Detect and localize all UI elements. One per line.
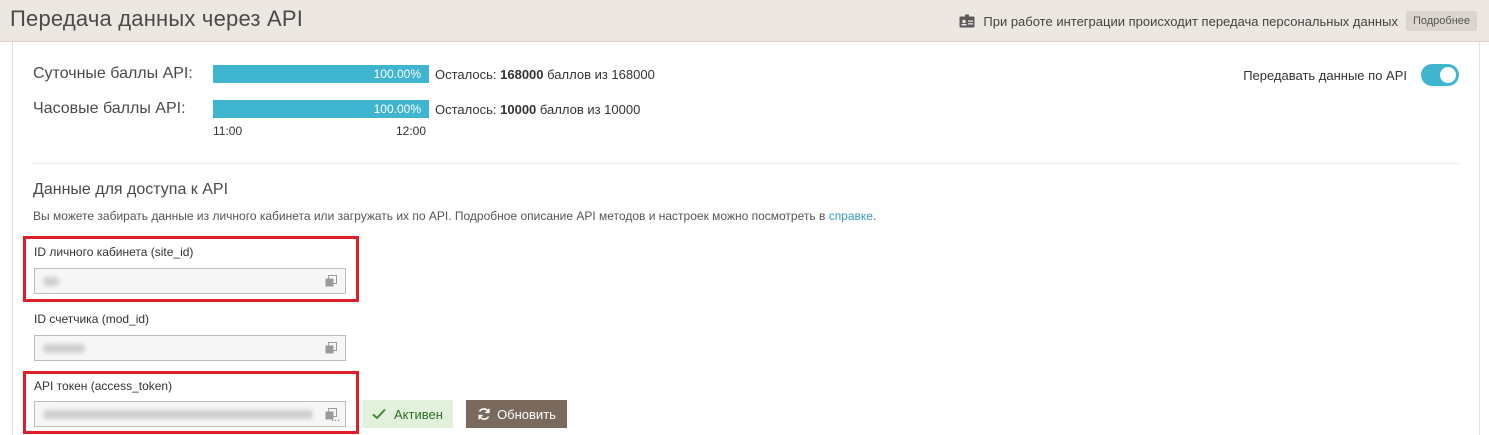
access-description-end: . (872, 209, 877, 223)
api-transfer-toggle[interactable] (1421, 64, 1459, 86)
help-link[interactable]: справке (829, 209, 873, 223)
api-transfer-toggle-row: Передавать данные по API (1243, 64, 1459, 86)
page-title: Передача данных через API (10, 6, 304, 31)
daily-quota-bar: 100.00% (213, 65, 429, 83)
site-id-field[interactable] (34, 268, 346, 294)
refresh-icon (478, 408, 490, 420)
refresh-token-button[interactable]: Обновить (466, 400, 567, 428)
hourly-quota-bar: 100.00% (213, 100, 429, 118)
access-description-text: Вы можете забирать данные из личного каб… (33, 209, 826, 223)
daily-quota-label: Суточные баллы API: (33, 65, 193, 82)
hourly-rest-value: 10000 (500, 101, 537, 117)
section-divider (33, 163, 1459, 164)
access-token-hidden-value (43, 410, 313, 419)
daily-rest-prefix: Осталось: (435, 66, 497, 82)
mod-id-field[interactable] (34, 335, 346, 361)
access-token-ellipsis: ... (331, 412, 341, 424)
copy-icon[interactable] (325, 275, 337, 287)
time-label-end: 12:00 (396, 124, 427, 138)
header-bar: Передача данных через API При работе инт… (0, 0, 1489, 42)
site-id-label: ID личного кабинета (site_id) (34, 245, 194, 259)
notice-text: При работе интеграции происходит передач… (983, 13, 1398, 29)
id-card-icon (959, 14, 975, 28)
hourly-rest-suffix: баллов из 10000 (539, 101, 641, 117)
access-section-title: Данные для доступа к API (33, 181, 229, 198)
daily-quota-row: Суточные баллы API: 100.00% Осталось: 16… (33, 64, 655, 84)
hourly-rest-prefix: Осталось: (435, 101, 497, 117)
personal-data-notice: При работе интеграции происходит передач… (959, 10, 1477, 32)
copy-icon[interactable] (325, 342, 337, 354)
more-button[interactable]: Подробнее (1405, 11, 1477, 31)
access-section-description: Вы можете забирать данные из личного каб… (33, 209, 876, 223)
mod-id-hidden-value (43, 344, 85, 353)
site-id-hidden-value (43, 277, 59, 286)
token-status-badge: Активен (362, 400, 453, 428)
daily-rest-value: 168000 (500, 66, 544, 82)
access-token-field[interactable] (34, 401, 346, 427)
api-settings-panel: Суточные баллы API: 100.00% Осталось: 16… (12, 42, 1480, 435)
daily-quota-percent: 100.00% (373, 67, 421, 81)
hourly-quota-remaining: Осталось: 10000 баллов из 10000 (435, 102, 640, 117)
toggle-knob (1440, 67, 1456, 83)
hourly-quota-percent: 100.00% (373, 102, 421, 116)
api-transfer-label: Передавать данные по API (1243, 67, 1407, 83)
daily-rest-suffix: баллов из 168000 (547, 66, 655, 82)
refresh-label: Обновить (497, 406, 556, 422)
check-icon (372, 408, 386, 420)
hourly-quota-row: Часовые баллы API: 100.00% Осталось: 100… (33, 99, 640, 119)
token-status-label: Активен (394, 406, 443, 422)
hourly-quota-label: Часовые баллы API: (33, 100, 186, 117)
access-token-label: API токен (access_token) (34, 379, 173, 393)
time-label-start: 11:00 (213, 124, 243, 138)
mod-id-label: ID счетчика (mod_id) (34, 312, 150, 326)
daily-quota-remaining: Осталось: 168000 баллов из 168000 (435, 67, 655, 82)
